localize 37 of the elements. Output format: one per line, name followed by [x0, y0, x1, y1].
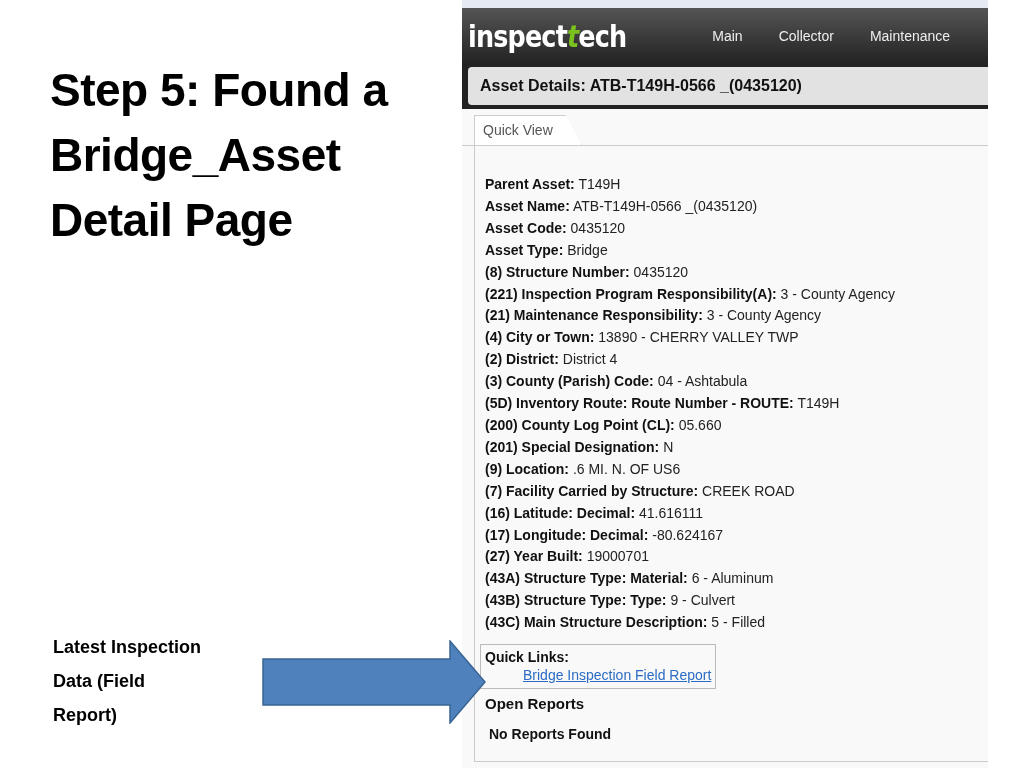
field-text: Asset Code: 0435120: [485, 218, 626, 238]
empty-message: No Reports Found: [489, 726, 612, 743]
field-text: (43B) Structure Type: Type: 9 - Culvert: [485, 591, 735, 611]
field-text: (3) County (Parish) Code: 04 - Ashtabula: [485, 372, 748, 392]
field-text: (9) Location: .6 MI. N. OF US6: [485, 459, 681, 479]
nav-item[interactable]: Collector: [760, 28, 852, 44]
page-title: Asset Details: ATB-T149H-0566 _(0435120): [468, 67, 988, 105]
field-text: (201) Special Designation: N: [485, 437, 674, 457]
field-text: (5D) Inventory Route: Route Number - ROUTE: T149H: [485, 394, 840, 414]
field-text: (4) City or Town: 13890 - CHERRY VALLEY TWP: [485, 328, 799, 348]
field-text: (17) Longitude: Decimal: -80.624167: [485, 525, 724, 545]
nav-item[interactable]: Main: [694, 28, 761, 44]
report-link[interactable]: Bridge Inspection Field Report: [523, 665, 712, 686]
callout-text: Report): [53, 704, 117, 727]
slide-title: Bridge_Asset: [50, 128, 341, 183]
field-text: Parent Asset: T149H: [485, 175, 621, 194]
field-text: Asset Name: ATB-T149H-0566 _(0435120): [485, 196, 758, 216]
field-text: Asset Type: Bridge: [485, 240, 608, 260]
field-text: (16) Latitude: Decimal: 41.616111: [485, 503, 704, 523]
callout-text: Latest Inspection: [53, 636, 202, 659]
quick-links-heading: Quick Links:: [485, 649, 571, 666]
field-text: (21) Maintenance Responsibility: 3 - County Agency: [485, 306, 822, 326]
field-text: (8) Structure Number: 0435120: [485, 262, 689, 282]
slide-title: Detail Page: [50, 193, 293, 248]
field-text: (2) District: District 4: [485, 350, 618, 370]
tab[interactable]: Quick View: [474, 115, 582, 145]
field-text: (7) Facility Carried by Structure: CREEK ROAD: [485, 481, 795, 501]
field-text: (43A) Structure Type: Material: 6 - Aluminum: [485, 569, 774, 589]
field-text: (27) Year Built: 19000701: [485, 547, 649, 567]
field-text: (43C) Main Structure Description: 5 - Filled: [485, 613, 766, 633]
slide-title: Step 5: Found a: [50, 63, 388, 118]
callout-text: Data (Field: [53, 670, 145, 693]
nav-item[interactable]: Maintenance: [851, 28, 969, 44]
field-text: (200) County Log Point (CL): 05.660: [485, 415, 722, 435]
field-text: (221) Inspection Program Responsibility(A): 3 - County Agency: [485, 284, 895, 304]
open-reports-heading: Open Reports: [485, 695, 585, 713]
logo: inspecttech: [468, 18, 627, 54]
